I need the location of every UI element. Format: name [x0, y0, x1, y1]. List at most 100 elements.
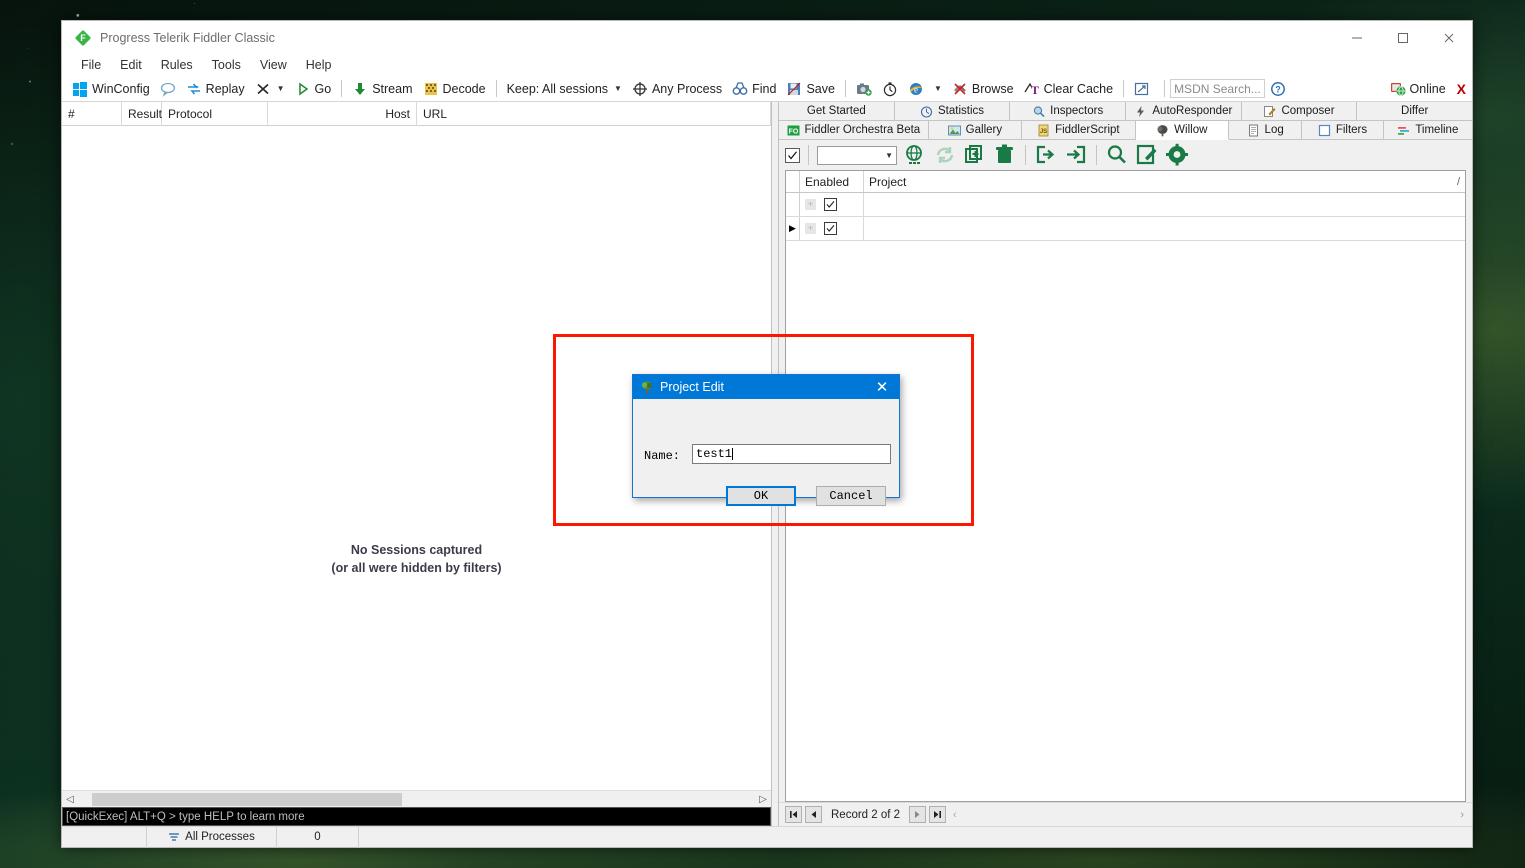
willow-combo-select[interactable]: ▼ [817, 145, 897, 165]
online-button[interactable]: Online [1385, 77, 1451, 101]
grid-cell-enabled[interactable]: + [800, 193, 864, 216]
nav-extra-glyph[interactable]: ‹ [949, 809, 957, 821]
grid-header-enabled[interactable]: Enabled [800, 171, 864, 192]
name-field[interactable]: test1 [692, 444, 891, 464]
cancel-button[interactable]: Cancel [816, 486, 886, 506]
column-header-protocol[interactable]: Protocol [162, 101, 268, 126]
export-button[interactable] [1034, 143, 1058, 167]
keep-sessions-dropdown[interactable]: Keep: All sessions ▼ [502, 77, 627, 101]
msdn-search-input[interactable]: MSDN Search... [1170, 79, 1266, 98]
chevron-down-icon[interactable]: ▼ [277, 84, 285, 93]
master-enable-checkbox[interactable] [785, 147, 800, 163]
maximize-button[interactable] [1380, 22, 1426, 54]
menu-item-file[interactable]: File [72, 56, 110, 74]
nav-right-glyph[interactable]: › [1460, 809, 1472, 821]
tab-fiddler-orchestra[interactable]: FO Fiddler Orchestra Beta [779, 121, 929, 140]
chevron-down-icon[interactable]: ▼ [885, 151, 893, 160]
quickexec-input[interactable]: [QuickExec] ALT+Q > type HELP to learn m… [62, 807, 771, 826]
column-header-url[interactable]: URL [417, 101, 771, 126]
tab-autoresponder[interactable]: AutoResponder [1126, 102, 1242, 121]
comment-button[interactable] [155, 77, 181, 101]
search-button[interactable] [1105, 143, 1129, 167]
close-button[interactable] [1426, 22, 1472, 54]
table-row[interactable]: + [786, 193, 1465, 217]
menu-item-help[interactable]: Help [297, 56, 341, 74]
grid-cell-project[interactable] [864, 193, 1465, 216]
column-header-result[interactable]: Result [122, 101, 162, 126]
tab-willow[interactable]: Willow [1135, 121, 1229, 140]
decode-button[interactable]: Decode [418, 77, 491, 101]
help-button[interactable]: ? [1265, 77, 1291, 101]
tab-log[interactable]: Log [1229, 121, 1303, 140]
textwizard-button[interactable]: T Clear Cache [1019, 77, 1118, 101]
online-close-icon[interactable]: X [1457, 81, 1466, 97]
timer-icon [882, 81, 898, 97]
row-selector[interactable] [786, 193, 800, 216]
tab-get-started[interactable]: Get Started [779, 102, 895, 121]
tab-gallery[interactable]: Gallery [928, 121, 1023, 140]
dialog-close-icon[interactable]: ✕ [865, 375, 899, 399]
ok-button[interactable]: OK [726, 486, 796, 506]
row-selector[interactable]: ▶ [786, 217, 800, 240]
capture-snapshot-button[interactable] [851, 77, 877, 101]
save-button[interactable]: Save [781, 77, 840, 101]
menu-item-tools[interactable]: Tools [203, 56, 250, 74]
tab-differ[interactable]: Differ [1357, 102, 1473, 121]
last-record-button[interactable] [929, 806, 947, 823]
remove-x-icon [255, 81, 271, 97]
toolbar-separator [1096, 145, 1097, 165]
tab-inspectors[interactable]: Inspectors [1010, 102, 1127, 121]
tab-composer[interactable]: Composer [1241, 102, 1358, 121]
play-icon [295, 81, 311, 97]
column-header-number[interactable]: # [62, 101, 122, 126]
refresh-button[interactable] [933, 143, 957, 167]
menu-item-view[interactable]: View [251, 56, 296, 74]
add-project-button[interactable] [963, 143, 987, 167]
tab-fiddlerscript[interactable]: JS FiddlerScript [1022, 121, 1136, 140]
grid-cell-project[interactable] [864, 217, 1465, 240]
expand-plus-icon[interactable]: + [805, 199, 816, 210]
settings-button[interactable] [1165, 143, 1189, 167]
globe-button[interactable] [903, 143, 927, 167]
tab-filters[interactable]: Filters [1302, 121, 1384, 140]
go-button[interactable]: Go [290, 77, 337, 101]
edit-button[interactable] [1135, 143, 1159, 167]
column-header-host[interactable]: Host [268, 101, 417, 126]
scroll-right-icon[interactable]: ▷ [755, 794, 771, 805]
tab-statistics[interactable]: Statistics [894, 102, 1011, 121]
grid-header-project[interactable]: Project [869, 175, 906, 189]
scroll-left-icon[interactable]: ◁ [62, 794, 78, 805]
stream-button[interactable]: Stream [347, 77, 417, 101]
import-button[interactable] [1064, 143, 1088, 167]
grid-cell-enabled[interactable]: + [800, 217, 864, 240]
scroll-track[interactable] [78, 791, 755, 807]
menu-item-rules[interactable]: Rules [152, 56, 202, 74]
menu-item-edit[interactable]: Edit [111, 56, 151, 74]
scroll-thumb[interactable] [92, 792, 402, 806]
browse-button[interactable]: e ▼ [903, 77, 947, 101]
any-process-button[interactable]: Any Process [627, 77, 727, 101]
winconfig-button[interactable]: WinConfig [67, 77, 155, 101]
previous-record-button[interactable] [805, 806, 822, 823]
expand-plus-icon[interactable]: + [805, 223, 816, 234]
row-enabled-checkbox[interactable] [824, 222, 837, 235]
tearoff-button[interactable] [1129, 77, 1159, 101]
timer-button[interactable] [877, 77, 903, 101]
autoresponder-bolt-icon [1134, 105, 1147, 118]
chevron-down-icon[interactable]: ▼ [614, 84, 622, 93]
row-enabled-checkbox[interactable] [824, 198, 837, 211]
remove-button[interactable]: ▼ [250, 77, 290, 101]
status-processes[interactable]: All Processes [147, 826, 277, 848]
table-row[interactable]: ▶ + [786, 217, 1465, 241]
chevron-down-icon[interactable]: ▼ [934, 84, 942, 93]
tab-timeline[interactable]: Timeline [1383, 121, 1473, 140]
delete-button[interactable] [993, 143, 1017, 167]
sessions-horizontal-scrollbar[interactable]: ◁ ▷ [62, 790, 771, 807]
minimize-button[interactable] [1334, 22, 1380, 54]
next-record-button[interactable] [909, 806, 927, 823]
replay-button[interactable]: Replay [181, 77, 250, 101]
clear-cache-button[interactable]: Browse [947, 77, 1019, 101]
first-record-button[interactable] [785, 806, 802, 823]
no-sessions-line1: No Sessions captured [350, 543, 483, 557]
find-button[interactable]: Find [727, 77, 781, 101]
